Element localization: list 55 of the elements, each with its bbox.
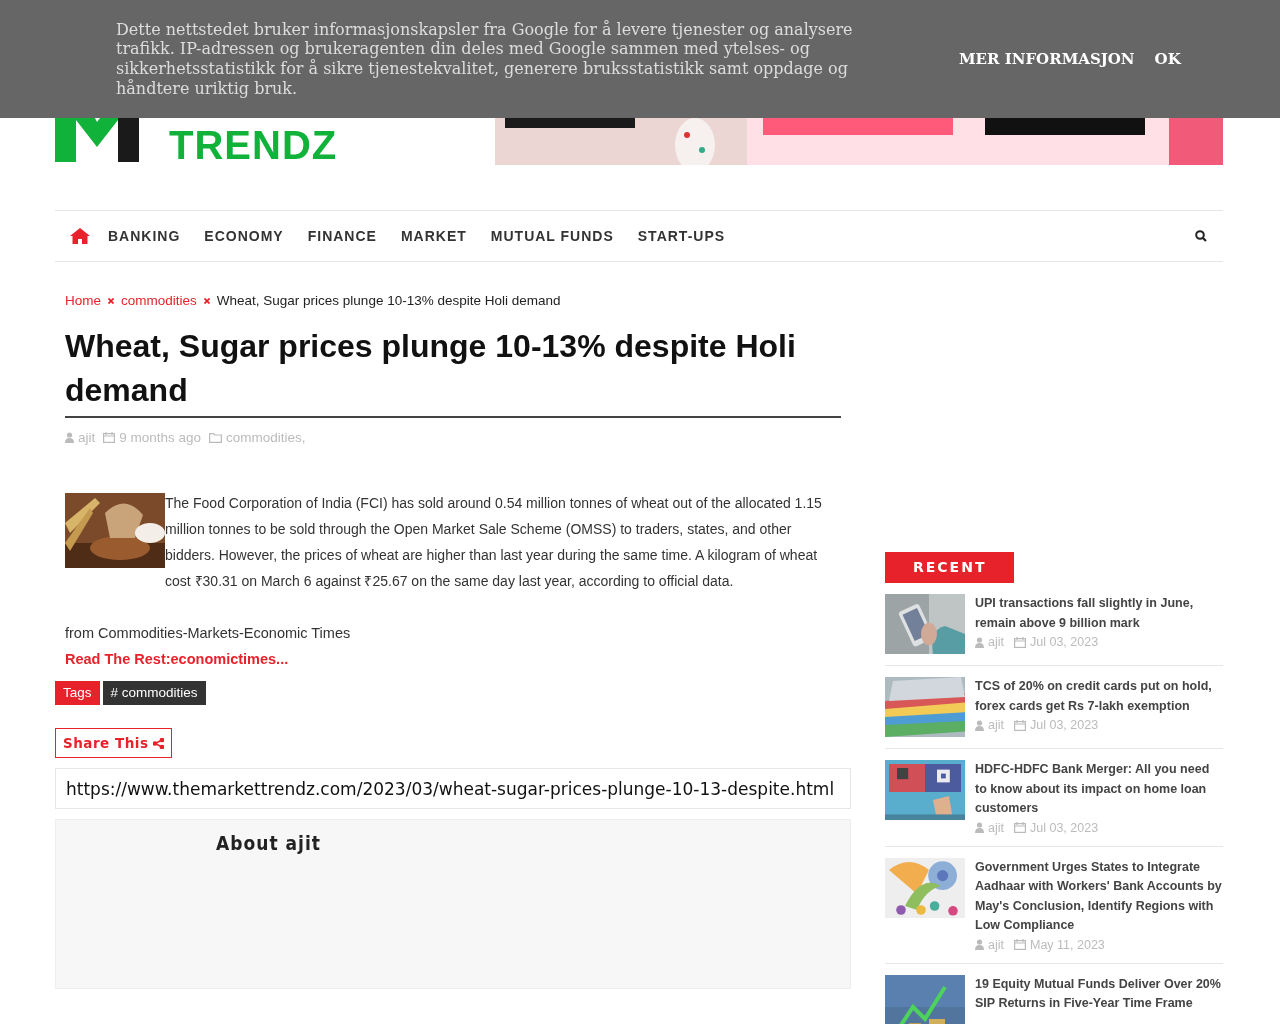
- tag-link[interactable]: # commodities: [102, 681, 206, 705]
- post-title-link[interactable]: Government Urges States to Integrate Aadhaar with Workers' Bank Accounts by May's Conclusion, Identify Regions with Low Compliance: [975, 857, 1223, 936]
- breadcrumb-current: Wheat, Sugar prices plunge 10-13% despite Holi demand: [216, 293, 561, 308]
- tags-label: Tags: [55, 681, 100, 705]
- cookie-notice-text: Dette nettstedet bruker informasjonskapsler fra Google for å levere tjenester og analysere trafikk. IP-adressen og brukeragenten din deles med Google sammen med ytelses- og sikkerhetsstatistikk for å sikre tjenestekvalitet, generere bruksstatistikk samt oppdage og håndtere uriktig bruk.: [116, 19, 854, 99]
- nav-link[interactable]: MARKET: [400, 228, 467, 244]
- calendar-icon: [1014, 822, 1026, 833]
- logo-icon: [55, 118, 139, 162]
- more-info-button[interactable]: MER INFORMASJON: [959, 50, 1135, 68]
- post-author: ajit: [988, 820, 1004, 835]
- search-icon[interactable]: [1195, 230, 1207, 242]
- nav-link[interactable]: ECONOMY: [204, 228, 284, 244]
- post-title-link[interactable]: UPI transactions fall slightly in June, remain above 9 billion mark: [975, 594, 1223, 633]
- user-icon: [975, 822, 984, 833]
- post-title-link[interactable]: 19 Equity Mutual Funds Deliver Over 20% SIP Returns in Five-Year Time Frame: [975, 974, 1223, 1014]
- calendar-icon: [103, 432, 116, 443]
- post-date: May 11, 2023: [1030, 937, 1105, 952]
- nav-link[interactable]: MUTUAL FUNDS: [490, 228, 614, 244]
- recent-heading: RECENT: [885, 552, 1015, 583]
- folder-icon: [209, 432, 223, 443]
- post-author: ajit: [988, 718, 1004, 732]
- article-title: Wheat, Sugar prices plunge 10-13% despite Holi demand: [65, 324, 841, 418]
- share-button[interactable]: Share This: [55, 728, 173, 758]
- ok-button[interactable]: OK: [1154, 50, 1181, 68]
- post-author: ajit: [988, 937, 1004, 952]
- user-icon: [975, 719, 984, 731]
- source-text: from Commodities-Markets-Economic Times: [65, 624, 352, 643]
- read-more-link[interactable]: Read The Rest:economictimes...: [65, 646, 289, 672]
- article-body: The Food Corporation of India (FCI) has sold around 0.54 million tonnes of wheat out of the allocated 1.15 million tonnes to be sold through the Open Market Sale Scheme (OMSS) to traders, states, and other bidders. However, the prices of wheat are higher than last year during the same time. A kilogram of wheat cost ₹30.31 on March 6 against ₹25.67 on the same day last year, according to official data.: [165, 494, 823, 591]
- logo-text: TRENDZ: [169, 128, 338, 162]
- calendar-icon: [1014, 719, 1026, 731]
- url-field[interactable]: https://www.themarkettrendz.com/2023/03/wheat-sugar-prices-plunge-10-13-despite.html: [55, 768, 851, 809]
- home-icon[interactable]: [70, 228, 90, 244]
- post-title-link[interactable]: TCS of 20% on credit cards put on hold, forex cards get Rs 7-lakh exemption: [975, 677, 1223, 716]
- nav-link[interactable]: FINANCE: [307, 228, 377, 244]
- nav-link[interactable]: START-UPS: [637, 228, 726, 244]
- calendar-icon: [1014, 636, 1026, 648]
- post-date: Jul 03, 2023: [1030, 820, 1099, 835]
- separator-icon: [203, 297, 210, 304]
- post-time: 9 months ago: [119, 430, 202, 445]
- separator-icon: [108, 297, 114, 304]
- author-name: ajit: [78, 430, 96, 445]
- share-icon: [153, 737, 165, 749]
- user-icon: [975, 939, 984, 950]
- post-date: Jul 03, 2023: [1030, 635, 1099, 649]
- breadcrumb-link[interactable]: commodities: [121, 293, 197, 308]
- nav-link[interactable]: BANKING: [108, 228, 181, 244]
- post-title-link[interactable]: HDFC-HDFC Bank Merger: All you need to know about its impact on home loan customers: [975, 760, 1223, 819]
- user-icon: [975, 636, 984, 648]
- user-icon: [65, 432, 74, 443]
- about-author-heading: About ajit: [216, 832, 321, 854]
- post-date: Jul 03, 2023: [1030, 718, 1099, 732]
- post-author: ajit: [988, 635, 1004, 649]
- breadcrumb-link[interactable]: Home: [65, 293, 101, 308]
- calendar-icon: [1014, 939, 1026, 950]
